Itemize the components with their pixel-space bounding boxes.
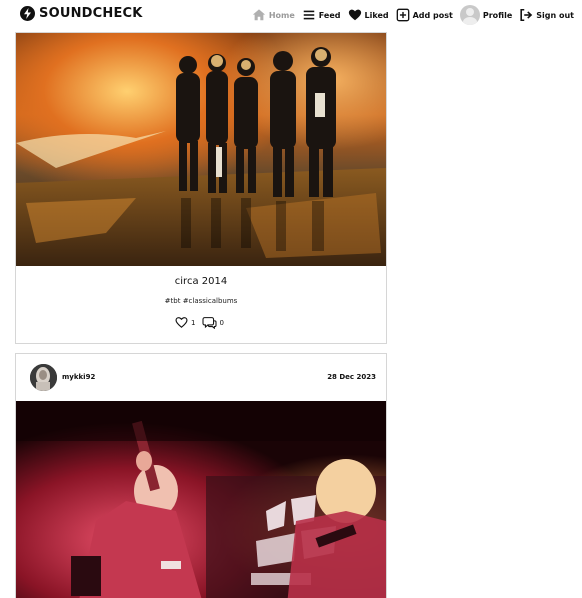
post-caption: circa 2014 [174,276,228,287]
nav-profile[interactable]: Profile [459,5,513,25]
comment-icon[interactable] [201,316,217,329]
brand-logo[interactable]: SOUNDCHECK [20,6,143,21]
like-count: 1 [191,318,196,327]
post-card: mykki92 28 Dec 2023 [15,353,387,598]
nav-profile-label: Profile [482,10,513,20]
post-header: mykki92 28 Dec 2023 [16,354,386,401]
lightning-bolt-icon [20,6,35,21]
avatar [459,5,480,25]
comment-count: 0 [219,318,224,327]
home-icon [252,9,265,21]
post-username[interactable]: mykki92 [62,373,95,381]
nav-feed[interactable]: Feed [302,8,341,22]
like-heart-icon[interactable] [175,316,188,329]
nav-liked-label: Liked [364,10,389,20]
nav-links: Home Feed Liked Add post Profile Sign ou… [252,5,574,25]
sign-out-icon [520,8,533,22]
avatar[interactable] [30,364,57,391]
nav-liked[interactable]: Liked [348,8,389,22]
post-tags[interactable]: #tbt #classicalbums [16,297,386,305]
nav-add-post-label: Add post [412,10,453,20]
heart-icon [348,9,361,21]
nav-add-post[interactable]: Add post [396,8,453,22]
post-stats: 1 0 [16,316,386,329]
nav-sign-out[interactable]: Sign out [519,8,574,22]
post-date: 28 Dec 2023 [327,373,376,381]
feed-icon [303,10,315,20]
nav-feed-label: Feed [318,10,341,20]
post-card: circa 2014 #tbt #classicalbums 1 0 [15,32,387,344]
brand-name: SOUNDCHECK [39,6,143,21]
nav-home-label: Home [268,10,295,20]
navbar: SOUNDCHECK Home Feed Liked Add post Prof… [0,0,582,30]
nav-home[interactable]: Home [252,8,295,22]
post-image[interactable] [16,401,386,598]
add-post-icon [396,8,409,22]
nav-sign-out-label: Sign out [536,10,574,20]
post-image[interactable] [16,33,386,266]
